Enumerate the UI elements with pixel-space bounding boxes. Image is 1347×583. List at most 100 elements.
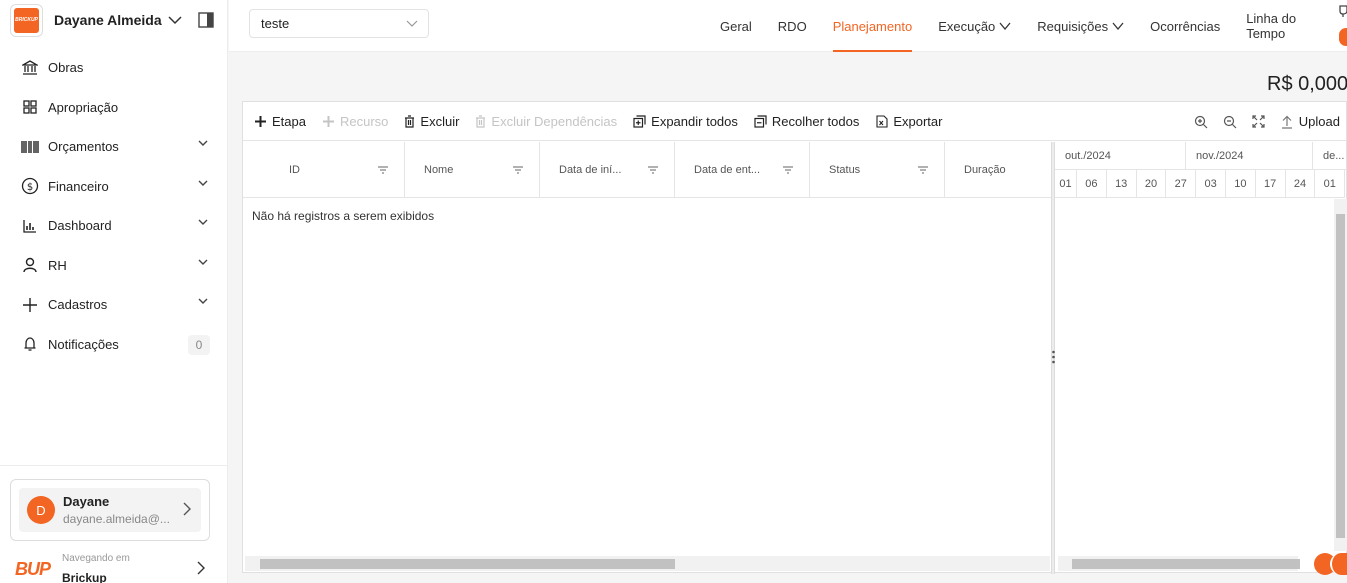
day-header: 10 [1226, 170, 1256, 198]
column-header-data-entrega[interactable]: Data de ent... [675, 142, 810, 198]
tab-requisicoes[interactable]: Requisições [1024, 0, 1137, 52]
organization-switcher[interactable]: BUP Navegando em Brickup [13, 551, 213, 583]
scrollbar-thumb[interactable] [1336, 214, 1345, 538]
timeline-vertical-scrollbar[interactable] [1334, 199, 1347, 551]
chevron-down-icon [1112, 22, 1124, 30]
chevron-down-icon [999, 22, 1011, 30]
sidebar-item-cadastros[interactable]: Cadastros [0, 285, 228, 325]
delete-dependencies-button[interactable]: Excluir Dependências [475, 114, 617, 129]
sidebar-item-obras[interactable]: Obras [0, 48, 228, 88]
filter-icon[interactable] [378, 166, 388, 174]
bup-logo: BUP [15, 559, 51, 579]
project-select[interactable]: teste [249, 9, 429, 38]
chevron-down-icon [198, 219, 208, 226]
user-profile-card[interactable]: D Dayane dayane.almeida@... [10, 479, 210, 541]
tab-execucao[interactable]: Execução [925, 0, 1024, 52]
tab-planejamento[interactable]: Planejamento [820, 0, 926, 52]
tab-ocorrencias[interactable]: Ocorrências [1137, 0, 1233, 52]
sidebar-item-apropriacao[interactable]: Apropriação [0, 88, 228, 128]
filter-icon[interactable] [648, 166, 658, 174]
dollar-icon: $ [21, 177, 39, 195]
chevron-down-icon[interactable] [168, 15, 182, 25]
sidebar-item-rh[interactable]: RH [0, 246, 228, 286]
grid-icon [21, 98, 39, 116]
fullscreen-icon[interactable] [1252, 115, 1265, 128]
expand-icon [633, 114, 646, 128]
delete-label: Excluir [420, 113, 460, 129]
support-widget-icon[interactable] [1330, 553, 1347, 575]
trash-icon [475, 114, 486, 128]
delete-button[interactable]: Excluir [404, 114, 459, 129]
add-etapa-button[interactable]: Etapa [254, 114, 306, 129]
add-etapa-label: Etapa [272, 113, 306, 129]
tab-rdo[interactable]: RDO [765, 0, 820, 52]
task-grid: ID Nome Data de iní... Data de ent... St… [243, 142, 1053, 574]
column-header-id[interactable]: ID [243, 142, 405, 198]
tab-label: Geral [720, 18, 752, 34]
toolbar-right: Upload [1179, 102, 1340, 141]
sidebar-item-orcamentos[interactable]: Orçamentos [0, 127, 228, 167]
excel-icon [875, 114, 888, 128]
column-header-data-inicio[interactable]: Data de iní... [540, 142, 675, 198]
user-profile[interactable]: D Dayane dayane.almeida@... [19, 488, 201, 532]
tab-label: Planejamento [832, 18, 913, 34]
expand-all-button[interactable]: Expandir todos [633, 114, 738, 129]
grid-horizontal-scrollbar[interactable] [245, 556, 1050, 571]
day-header: 06 [1077, 170, 1107, 198]
brickup-logo: BRICKUP [14, 7, 39, 33]
sidebar-item-dashboard[interactable]: Dashboard [0, 206, 228, 246]
gantt-toolbar: Etapa Recurso Excluir Excluir Dependênci… [243, 102, 1347, 141]
filter-icon[interactable] [918, 166, 928, 174]
trash-icon [404, 114, 415, 128]
barcode-icon [21, 138, 39, 156]
trophy-icon[interactable] [1339, 5, 1347, 19]
timeline-days: 01 06 13 20 27 03 10 17 24 01 [1055, 170, 1346, 198]
column-label: Data de ent... [694, 164, 761, 176]
column-label: Status [829, 164, 861, 176]
tab-label: Requisições [1037, 18, 1109, 34]
upload-icon [1281, 115, 1293, 129]
sidebar-item-label: Notificações [48, 336, 119, 352]
day-header: 13 [1107, 170, 1137, 198]
project-select-value: teste [261, 16, 290, 31]
help-widget-icon[interactable] [1339, 28, 1347, 46]
filter-icon[interactable] [783, 166, 793, 174]
export-label: Exportar [893, 113, 943, 129]
sidebar-header: BRICKUP Dayane Almeida [10, 3, 218, 37]
chevron-down-icon [406, 20, 418, 28]
sidebar: BRICKUP Dayane Almeida Obras Apropriação [0, 0, 228, 583]
plus-icon [322, 115, 335, 128]
upload-label: Upload [1298, 114, 1340, 129]
person-icon [21, 256, 39, 274]
timeline-horizontal-scrollbar[interactable] [1058, 556, 1300, 571]
month-header: de... [1313, 142, 1347, 170]
sidebar-item-label: Orçamentos [48, 139, 119, 155]
zoom-in-icon[interactable] [1194, 115, 1208, 129]
export-button[interactable]: Exportar [875, 114, 942, 129]
notification-count-badge: 0 [188, 334, 210, 355]
add-recurso-button[interactable]: Recurso [322, 114, 388, 129]
tab-linha-do-tempo[interactable]: Linha do Tempo [1233, 0, 1347, 52]
chevron-down-icon [198, 180, 208, 187]
scrollbar-thumb[interactable] [260, 559, 675, 569]
top-bar: teste Geral RDO Planejamento Execução Re… [229, 0, 1347, 52]
column-header-nome[interactable]: Nome [405, 142, 540, 198]
sidebar-item-notificacoes[interactable]: Notificações 0 [0, 325, 228, 365]
scrollbar-thumb[interactable] [1072, 559, 1300, 569]
filter-icon[interactable] [513, 166, 523, 174]
chevron-right-icon [197, 561, 205, 575]
column-header-duracao[interactable]: Duração [945, 142, 1053, 198]
column-header-status[interactable]: Status [810, 142, 945, 198]
bell-icon [21, 335, 39, 353]
gantt-panel: Etapa Recurso Excluir Excluir Dependênci… [242, 101, 1347, 574]
sidebar-item-financeiro[interactable]: $ Financeiro [0, 167, 228, 207]
sidebar-toggle-icon[interactable] [198, 12, 214, 28]
app-logo[interactable]: BRICKUP [10, 3, 43, 37]
zoom-out-icon[interactable] [1223, 115, 1237, 129]
collapse-all-button[interactable]: Recolher todos [754, 114, 859, 129]
workspace-user-name[interactable]: Dayane Almeida [54, 12, 162, 28]
tab-geral[interactable]: Geral [707, 0, 765, 52]
upload-button[interactable]: Upload [1281, 114, 1340, 129]
navigating-in-label: Navegando em [62, 553, 130, 564]
tab-label: Ocorrências [1150, 18, 1221, 34]
